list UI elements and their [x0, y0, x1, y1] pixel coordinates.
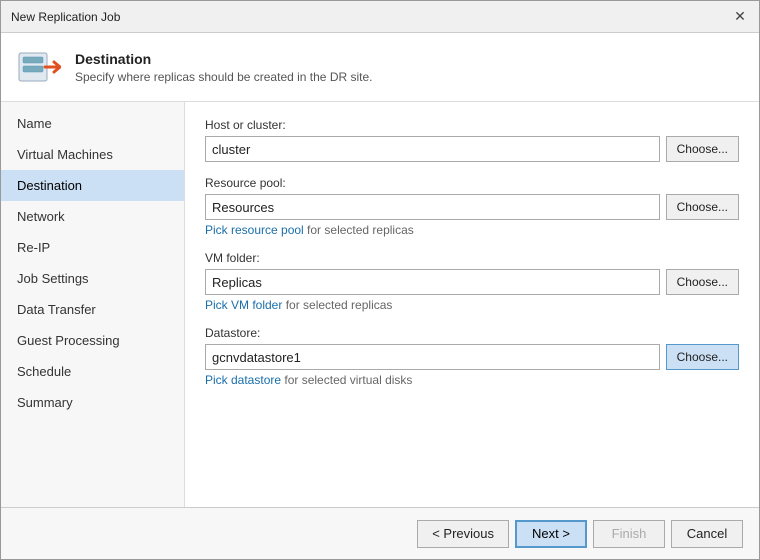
footer: < Previous Next > Finish Cancel: [1, 507, 759, 559]
host-cluster-row: Choose...: [205, 136, 739, 162]
datastore-pick-text: Pick datastore for selected virtual disk…: [205, 373, 739, 387]
vm-folder-pick-link[interactable]: Pick VM folder: [205, 298, 282, 312]
close-button[interactable]: ✕: [731, 8, 749, 26]
sidebar-item-data-transfer[interactable]: Data Transfer: [1, 294, 184, 325]
datastore-pick-link[interactable]: Pick datastore: [205, 373, 281, 387]
body-area: Name Virtual Machines Destination Networ…: [1, 102, 759, 507]
sidebar-item-virtual-machines[interactable]: Virtual Machines: [1, 139, 184, 170]
sidebar: Name Virtual Machines Destination Networ…: [1, 102, 185, 507]
sidebar-item-schedule[interactable]: Schedule: [1, 356, 184, 387]
header-texts: Destination Specify where replicas shoul…: [75, 51, 373, 84]
header-description: Specify where replicas should be created…: [75, 70, 373, 84]
dialog-title: New Replication Job: [11, 10, 120, 24]
host-cluster-choose-button[interactable]: Choose...: [666, 136, 739, 162]
finish-button[interactable]: Finish: [593, 520, 665, 548]
header-title: Destination: [75, 51, 373, 67]
sidebar-item-network[interactable]: Network: [1, 201, 184, 232]
datastore-label: Datastore:: [205, 326, 739, 340]
sidebar-item-guest-processing[interactable]: Guest Processing: [1, 325, 184, 356]
header: Destination Specify where replicas shoul…: [1, 33, 759, 102]
host-cluster-input[interactable]: [205, 136, 660, 162]
vm-folder-label: VM folder:: [205, 251, 739, 265]
previous-button[interactable]: < Previous: [417, 520, 509, 548]
vm-folder-row: Choose...: [205, 269, 739, 295]
datastore-group: Datastore: Choose... Pick datastore for …: [205, 326, 739, 387]
vm-folder-group: VM folder: Choose... Pick VM folder for …: [205, 251, 739, 312]
datastore-choose-button[interactable]: Choose...: [666, 344, 739, 370]
datastore-input[interactable]: [205, 344, 660, 370]
sidebar-item-summary[interactable]: Summary: [1, 387, 184, 418]
dialog: New Replication Job ✕ Destination Specif…: [0, 0, 760, 560]
resource-pool-pick-text: Pick resource pool for selected replicas: [205, 223, 739, 237]
sidebar-item-destination[interactable]: Destination: [1, 170, 184, 201]
resource-pool-label: Resource pool:: [205, 176, 739, 190]
resource-pool-choose-button[interactable]: Choose...: [666, 194, 739, 220]
vm-folder-input[interactable]: [205, 269, 660, 295]
resource-pool-group: Resource pool: Choose... Pick resource p…: [205, 176, 739, 237]
destination-icon: [17, 45, 61, 89]
vm-folder-pick-text: Pick VM folder for selected replicas: [205, 298, 739, 312]
host-cluster-group: Host or cluster: Choose...: [205, 118, 739, 162]
resource-pool-row: Choose...: [205, 194, 739, 220]
sidebar-item-job-settings[interactable]: Job Settings: [1, 263, 184, 294]
host-cluster-label: Host or cluster:: [205, 118, 739, 132]
sidebar-item-name[interactable]: Name: [1, 108, 184, 139]
next-button[interactable]: Next >: [515, 520, 587, 548]
resource-pool-pick-link[interactable]: Pick resource pool: [205, 223, 304, 237]
main-content: Host or cluster: Choose... Resource pool…: [185, 102, 759, 507]
title-bar: New Replication Job ✕: [1, 1, 759, 33]
vm-folder-choose-button[interactable]: Choose...: [666, 269, 739, 295]
resource-pool-input[interactable]: [205, 194, 660, 220]
datastore-row: Choose...: [205, 344, 739, 370]
cancel-button[interactable]: Cancel: [671, 520, 743, 548]
sidebar-item-re-ip[interactable]: Re-IP: [1, 232, 184, 263]
